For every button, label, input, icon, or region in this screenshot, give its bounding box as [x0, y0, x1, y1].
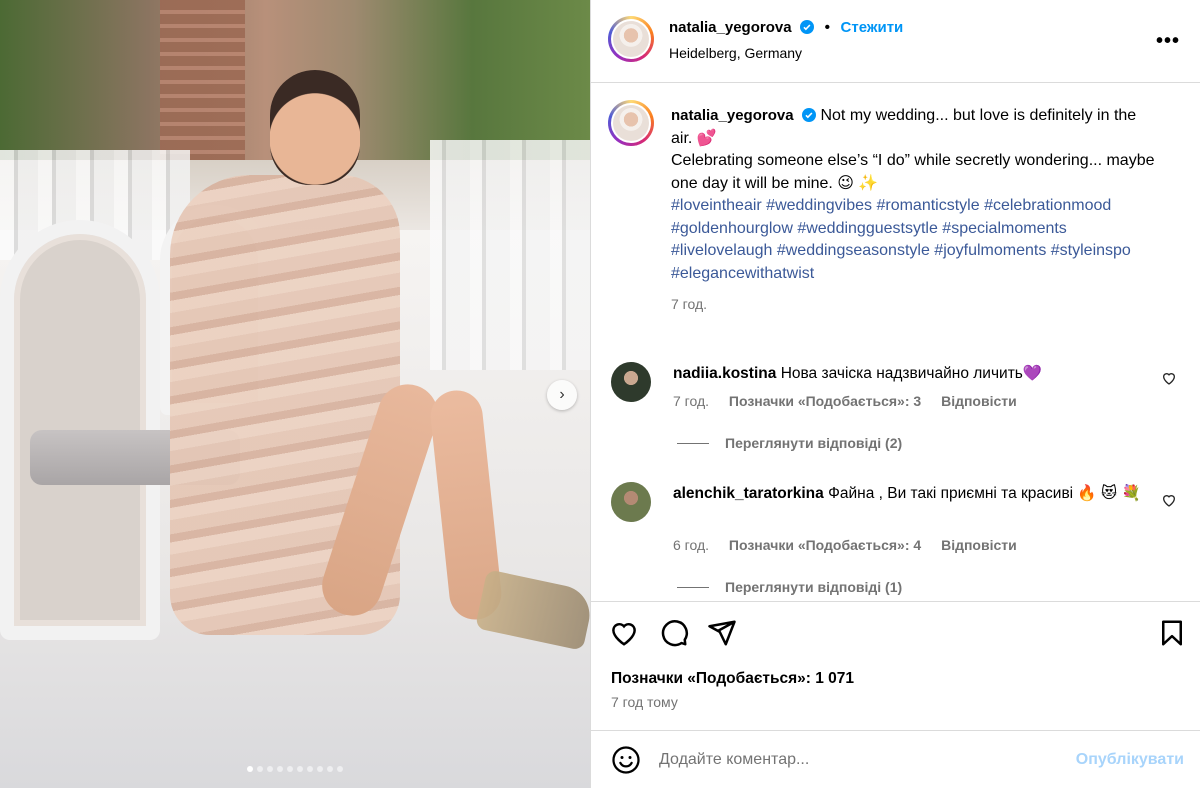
carousel-dot: [267, 766, 273, 772]
chevron-right-icon: ›: [559, 386, 565, 403]
verified-badge-icon: [800, 20, 815, 34]
carousel-dots: [0, 766, 590, 772]
more-horizontal-icon[interactable]: •••: [1156, 30, 1180, 53]
reply-button[interactable]: Відповісти: [941, 537, 1017, 553]
comment-actions: 6 год. Позначки «Подобається»: 4 Відпові…: [673, 537, 1033, 553]
carousel-dot: [317, 766, 323, 772]
bookmark-icon[interactable]: [1157, 618, 1187, 648]
comment-composer: Опублікувати: [591, 730, 1200, 788]
carousel-dot: [287, 766, 293, 772]
comment-likes[interactable]: Позначки «Подобається»: 3: [729, 393, 921, 409]
photo-chairs-right: [430, 140, 590, 370]
photo-person-head: [270, 70, 360, 185]
comment-time: 6 год.: [673, 537, 710, 553]
follow-button[interactable]: Стежити: [841, 19, 904, 36]
caption-line-2: Celebrating someone else’s “I do” while …: [671, 152, 1155, 192]
commenter-avatar[interactable]: [611, 362, 651, 402]
replies-line: [677, 587, 709, 588]
post-action-bar: Позначки «Подобається»: 1 071 7 год тому: [591, 601, 1200, 716]
post-side-panel: natalia_yegorova • Стежити Heidelberg, G…: [591, 0, 1200, 788]
post-likes-count[interactable]: Позначки «Подобається»: 1 071: [611, 670, 854, 688]
caption-username[interactable]: natalia_yegorova: [671, 107, 794, 124]
reply-button[interactable]: Відповісти: [941, 393, 1017, 409]
caption-time: 7 год.: [671, 296, 708, 312]
carousel-dot: [327, 766, 333, 772]
post-location[interactable]: Heidelberg, Germany: [669, 45, 802, 61]
post-comment-button[interactable]: Опублікувати: [1076, 751, 1184, 769]
comment-body: Файна , Ви такі приємні та красиві 🔥 😻 💐: [828, 485, 1141, 502]
post-timestamp[interactable]: 7 год тому: [611, 694, 678, 710]
comment-likes[interactable]: Позначки «Подобається»: 4: [729, 537, 921, 553]
carousel-dot: [277, 766, 283, 772]
header-separator: •: [824, 19, 831, 36]
post-header: natalia_yegorova • Стежити Heidelberg, G…: [591, 0, 1200, 83]
view-replies-label: Переглянути відповіді (1): [725, 579, 903, 595]
heart-icon[interactable]: [1161, 370, 1177, 386]
post-photo[interactable]: ›: [0, 0, 590, 788]
heart-icon[interactable]: [1161, 492, 1177, 508]
verified-badge-icon: [802, 108, 817, 122]
commenter-avatar[interactable]: [611, 482, 651, 522]
view-replies-label: Переглянути відповіді (2): [725, 435, 903, 451]
comment-username[interactable]: alenchik_taratorkina: [673, 485, 824, 502]
post-caption: natalia_yegorova Not my wedding... but l…: [671, 105, 1161, 316]
carousel-next-button[interactable]: ›: [547, 380, 577, 410]
view-replies-button[interactable]: Переглянути відповіді (1): [677, 579, 902, 595]
photo-stairs: [160, 0, 245, 165]
like-heart-icon[interactable]: [609, 618, 639, 648]
author-username[interactable]: natalia_yegorova: [669, 19, 792, 36]
caption-hashtags[interactable]: #loveintheair #weddingvibes #romanticsty…: [671, 195, 1161, 285]
carousel-dot: [337, 766, 343, 772]
carousel-dot: [247, 766, 253, 772]
carousel-dot: [307, 766, 313, 772]
share-send-icon[interactable]: [707, 618, 737, 648]
view-replies-button[interactable]: Переглянути відповіді (2): [677, 435, 902, 451]
emoji-icon[interactable]: [611, 745, 641, 775]
comment-input[interactable]: [659, 747, 1059, 773]
replies-line: [677, 443, 709, 444]
carousel-dot: [257, 766, 263, 772]
comment-time: 7 год.: [673, 393, 710, 409]
comment-text: nadiia.kostina Нова зачіска надзвичайно …: [673, 362, 1143, 385]
caption-author-avatar[interactable]: [608, 100, 654, 146]
comment-actions: 7 год. Позначки «Подобається»: 3 Відпові…: [673, 393, 1033, 409]
carousel-dot: [297, 766, 303, 772]
comment-bubble-icon[interactable]: [659, 618, 689, 648]
comment-body: Нова зачіска надзвичайно личить💜: [780, 365, 1043, 382]
comment-text: alenchik_taratorkina Файна , Ви такі при…: [673, 482, 1143, 505]
author-avatar[interactable]: [608, 16, 654, 62]
comment-username[interactable]: nadiia.kostina: [673, 365, 776, 382]
